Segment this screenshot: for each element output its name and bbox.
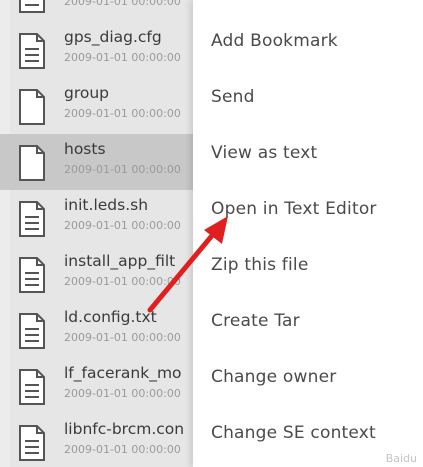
file-date: 2009-01-01 00:00:00 [64,387,181,400]
menu-item-add-bookmark[interactable]: Add Bookmark [211,31,338,51]
blank-file-icon [19,145,45,181]
file-row-libnfc[interactable]: libnfc-brcm.con 2009-01-01 00:00:00 [0,414,195,467]
menu-item-change-se-context[interactable]: Change SE context [211,423,376,443]
context-menu: Add Bookmark Send View as text Open in T… [193,0,423,467]
text-file-icon [19,425,45,461]
watermark: Baidu [385,452,417,465]
file-name: install_app_filt [64,252,176,270]
text-file-icon [19,369,45,405]
file-name: group [64,84,110,102]
menu-item-view-as-text[interactable]: View as text [211,143,317,163]
file-date: 2009-01-01 00:00:00 [64,107,181,120]
file-row-init-leds[interactable]: init.leds.sh 2009-01-01 00:00:00 [0,190,195,246]
file-row-hosts[interactable]: hosts 2009-01-01 00:00:00 [0,134,195,190]
text-file-icon [19,257,45,293]
file-date: 2009-01-01 00:00:00 [64,51,181,64]
text-file-icon [19,33,45,69]
file-name: init.leds.sh [64,196,149,214]
file-name: gps_diag.cfg [64,28,162,46]
text-file-icon [19,313,45,349]
file-date: 2009-01-01 00:00:00 [64,443,181,456]
menu-item-zip-this-file[interactable]: Zip this file [211,255,308,275]
file-date: 2009-01-01 00:00:00 [64,0,181,8]
file-name: libnfc-brcm.con [64,420,185,438]
file-date: 2009-01-01 00:00:00 [64,219,181,232]
menu-item-send[interactable]: Send [211,87,255,107]
menu-item-open-in-text-editor[interactable]: Open in Text Editor [211,199,377,219]
file-row-group[interactable]: group 2009-01-01 00:00:00 [0,78,195,134]
file-row-install-app-filt[interactable]: install_app_filt 2009-01-01 00:00:00 [0,246,195,302]
file-row-gps-diag[interactable]: gps_diag.cfg 2009-01-01 00:00:00 [0,22,195,78]
blank-file-icon [19,89,45,125]
menu-item-create-tar[interactable]: Create Tar [211,311,300,331]
file-date: 2009-01-01 00:00:00 [64,163,181,176]
file-name: ld.config.txt [64,308,157,326]
file-row-partial[interactable]: 2009-01-01 00:00:00 [0,0,195,22]
text-file-icon [19,0,45,13]
file-date: 2009-01-01 00:00:00 [64,331,181,344]
file-date: 2009-01-01 00:00:00 [64,275,181,288]
text-file-icon [19,201,45,237]
file-row-lf-facerank[interactable]: lf_facerank_mo 2009-01-01 00:00:00 [0,358,195,414]
file-name: lf_facerank_mo [64,364,182,382]
file-row-ld-config[interactable]: ld.config.txt 2009-01-01 00:00:00 [0,302,195,358]
file-name: hosts [64,140,106,158]
file-list: 2009-01-01 00:00:00 gps_diag.cfg 2009-01… [0,0,195,467]
menu-item-change-owner[interactable]: Change owner [211,367,336,387]
